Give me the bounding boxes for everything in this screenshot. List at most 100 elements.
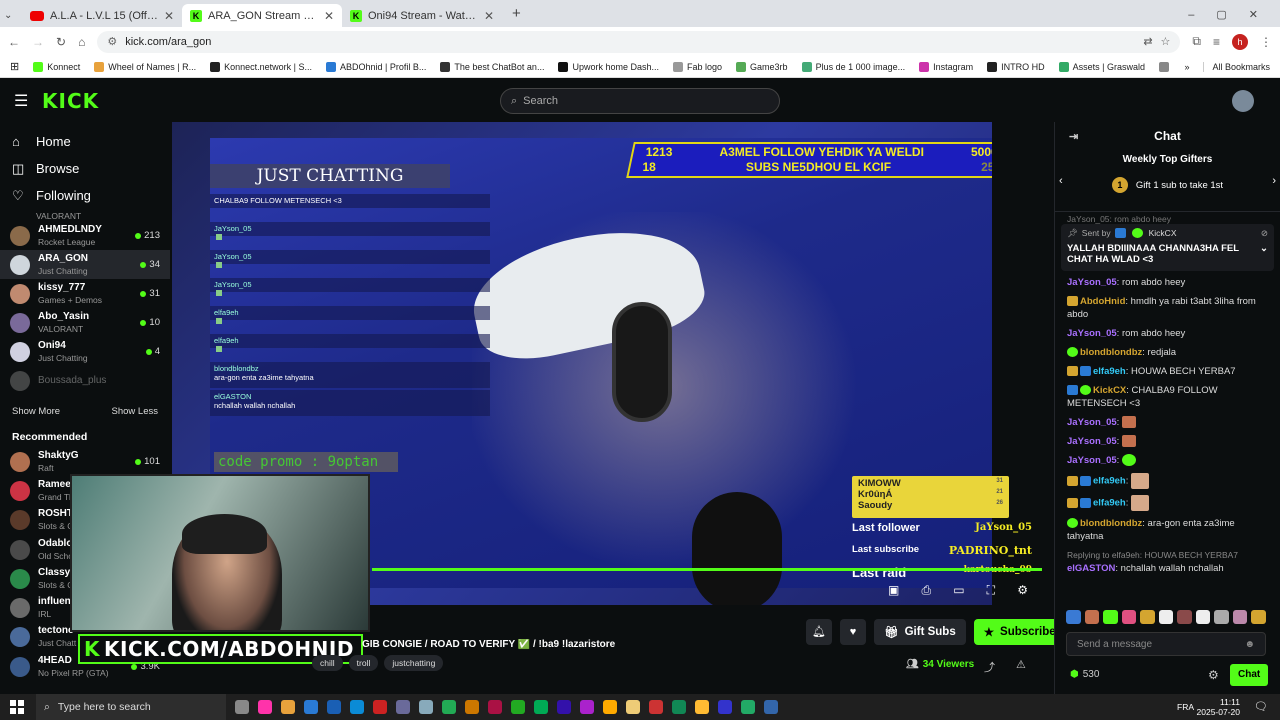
sidebar-channel[interactable]: ARA_GON Just Chatting 34: [0, 250, 170, 279]
collapse-chat-icon[interactable]: ⇥: [1069, 130, 1078, 143]
bookmark-item[interactable]: The best ChatBot an...: [440, 61, 544, 72]
clock[interactable]: 11:11 2025-07-20: [1197, 697, 1240, 717]
browser-tab[interactable]: K Oni94 Stream - Watch Live on K ✕: [342, 4, 502, 27]
stream-tag[interactable]: chill: [312, 655, 343, 671]
quick-emote-icon[interactable]: [1121, 610, 1137, 624]
taskbar-app-icon[interactable]: [580, 700, 594, 714]
chat-message[interactable]: elGASTON: nchallah wallah nchallah: [1055, 562, 1280, 578]
bookmark-item[interactable]: Upwork home Dash...: [558, 61, 659, 72]
forward-icon[interactable]: →: [32, 35, 44, 49]
close-tab-icon[interactable]: ✕: [164, 9, 174, 23]
notification-bell-button[interactable]: 🔔︎: [806, 619, 832, 645]
picture-in-picture-icon[interactable]: ▣: [888, 583, 899, 599]
taskbar-app-icon[interactable]: [741, 700, 755, 714]
chat-username[interactable]: elGASTON: [1067, 563, 1115, 574]
bookmarks-overflow-icon[interactable]: »: [1184, 62, 1189, 72]
bookmark-item[interactable]: Facebook Sounds a...: [1159, 61, 1170, 72]
emoji-picker-icon[interactable]: ☻: [1244, 639, 1255, 650]
taskbar-app-icon[interactable]: [649, 700, 663, 714]
bookmark-item[interactable]: Fab logo: [673, 61, 722, 72]
taskbar-app-icon[interactable]: [557, 700, 571, 714]
sidebar-channel-offline[interactable]: Boussada_plus: [0, 366, 170, 395]
quick-emote-icon[interactable]: [1195, 610, 1211, 624]
window-controls[interactable]: –▢✕: [1188, 8, 1280, 21]
taskbar-app-icon[interactable]: [511, 700, 525, 714]
theater-mode-icon[interactable]: ▭: [953, 583, 964, 599]
chevron-right-icon[interactable]: ›: [1272, 175, 1276, 187]
show-more-button[interactable]: Show More: [12, 406, 60, 417]
follow-heart-button[interactable]: ♥: [840, 619, 866, 645]
settings-gear-icon[interactable]: ⚙: [1017, 583, 1028, 599]
taskbar-search[interactable]: ⌕ Type here to search: [36, 694, 226, 720]
search-input[interactable]: ⌕ Search: [500, 88, 780, 114]
chat-message[interactable]: blondblondbz: ara-gon enta za3ime tahyat…: [1055, 514, 1280, 546]
profile-avatar[interactable]: h: [1232, 33, 1248, 50]
subscribe-button[interactable]: ★ Subscribe: [973, 619, 1066, 645]
tab-search-icon[interactable]: ⌄: [4, 10, 22, 21]
share-icon[interactable]: ⤴: [984, 659, 995, 675]
bookmark-item[interactable]: Plus de 1 000 image...: [801, 61, 905, 72]
chat-message[interactable]: AbdoHnid: hmdlh ya rabi t3abt 3liha from…: [1055, 292, 1280, 324]
sidebar-channel[interactable]: Oni94 Just Chatting 4: [0, 337, 170, 366]
chat-username[interactable]: elfa9eh: [1093, 476, 1126, 487]
pinned-message[interactable]: 📌︎ Sent by KickCX ⊘ YALLAH BDIIINAAA CHANNA…: [1061, 224, 1274, 271]
taskbar-app-icon[interactable]: [488, 700, 502, 714]
all-bookmarks[interactable]: All Bookmarks: [1203, 61, 1270, 72]
chat-message[interactable]: elfa9eh:: [1055, 492, 1280, 514]
chat-username[interactable]: elfa9eh: [1093, 498, 1126, 509]
show-less-button[interactable]: Show Less: [112, 406, 158, 417]
quick-emote-icon[interactable]: [1251, 610, 1267, 624]
quick-emote-icon[interactable]: [1214, 610, 1229, 624]
bookmark-star-icon[interactable]: ☆: [1161, 35, 1171, 48]
quick-emote-icon[interactable]: [1232, 610, 1248, 624]
browser-tab[interactable]: K ARA_GON Stream - Watch L ✕: [182, 4, 342, 27]
user-avatar[interactable]: [1232, 90, 1254, 112]
chat-username[interactable]: JaYson_05: [1067, 277, 1117, 288]
stream-tag[interactable]: justchatting: [384, 655, 444, 671]
taskbar-app-icon[interactable]: [350, 700, 364, 714]
bookmark-item[interactable]: Konnect: [33, 61, 80, 72]
chat-emote-icon[interactable]: [1131, 495, 1150, 511]
taskbar-app-icon[interactable]: [534, 700, 548, 714]
sidebar-channel[interactable]: ShaktyG Raft 101: [0, 447, 170, 476]
bookmark-item[interactable]: Assets | Graswald: [1058, 61, 1145, 72]
windows-start-icon[interactable]: [10, 700, 24, 714]
media-control-icon[interactable]: ≡: [1213, 35, 1220, 49]
site-info-icon[interactable]: ⚙: [107, 35, 117, 48]
quick-emote-icon[interactable]: [1084, 610, 1100, 624]
taskbar-app-icon[interactable]: [695, 700, 709, 714]
chat-message[interactable]: JaYson_05: rom abdo heey: [1055, 324, 1280, 343]
chat-username[interactable]: JaYson_05: [1067, 328, 1117, 339]
gift-subs-button[interactable]: 🎁︎ Gift Subs: [874, 619, 966, 645]
close-tab-icon[interactable]: ✕: [484, 9, 494, 23]
taskbar-app-icon[interactable]: [465, 700, 479, 714]
quick-emote-icon[interactable]: [1158, 610, 1174, 624]
clip-icon[interactable]: ⎙: [921, 583, 931, 599]
taskbar-app-icon[interactable]: [419, 700, 433, 714]
bookmark-item[interactable]: Wheel of Names | R...: [94, 61, 196, 72]
chat-message[interactable]: elfa9eh: HOUWA BECH YERBA7: [1055, 362, 1280, 381]
new-tab-button[interactable]: +: [512, 5, 521, 22]
taskbar-app-icon[interactable]: [281, 700, 295, 714]
taskbar-app-icon[interactable]: [603, 700, 617, 714]
taskbar-app-icon[interactable]: [626, 700, 640, 714]
bookmark-item[interactable]: Konnect.network | S...: [210, 61, 312, 72]
chat-username[interactable]: JaYson_05: [1067, 436, 1117, 447]
bookmark-item[interactable]: Instagram: [919, 61, 973, 72]
chat-username[interactable]: blondblondbz: [1080, 347, 1142, 358]
bookmark-item[interactable]: Game3rb: [736, 61, 788, 72]
chat-emote-icon[interactable]: [1121, 454, 1136, 467]
taskbar-app-icon[interactable]: [258, 700, 272, 714]
chat-username[interactable]: JaYson_05: [1067, 417, 1117, 428]
chat-emote-icon[interactable]: [1121, 416, 1136, 429]
chat-message-input[interactable]: Send a message ☻: [1066, 632, 1266, 656]
sidebar-channel[interactable]: kissy_777 Games + Demos 31: [0, 279, 170, 308]
chat-username[interactable]: KickCX: [1093, 385, 1126, 396]
chat-message[interactable]: JaYson_05:: [1055, 451, 1280, 470]
chevron-left-icon[interactable]: ‹: [1059, 175, 1063, 187]
browser-tab[interactable]: A.L.A - L.V.L 15 (Official Music ✕: [22, 4, 182, 27]
quick-emote-icon[interactable]: [1103, 610, 1118, 624]
quick-emote-icon[interactable]: [1177, 610, 1192, 624]
reload-icon[interactable]: ↻: [56, 35, 66, 49]
chevron-down-icon[interactable]: ⌄: [1260, 243, 1268, 265]
